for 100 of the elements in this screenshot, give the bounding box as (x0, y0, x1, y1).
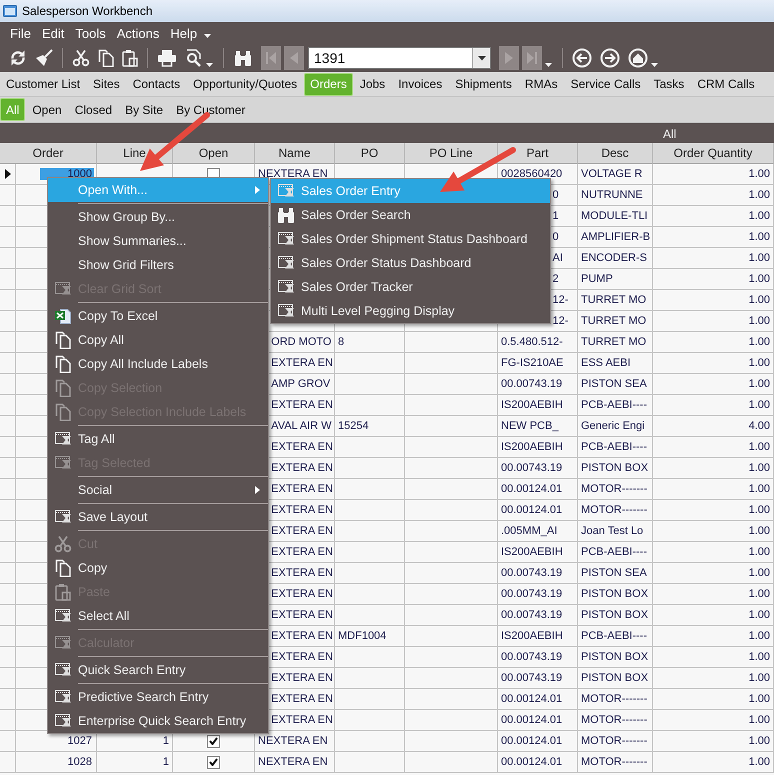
table-cell: PCB-AEBI---- (581, 399, 647, 411)
table-cell: 1.00 (748, 756, 770, 768)
toolbar-overflow-icon[interactable] (545, 62, 553, 68)
menu-item[interactable]: Sales Order Status Dashboard (271, 251, 550, 275)
tab[interactable]: CRM Calls (691, 72, 761, 96)
tab[interactable]: Shipments (449, 72, 518, 96)
menu-item[interactable]: Sales Order Search (271, 203, 550, 227)
filter-tab[interactable]: Open (26, 98, 68, 121)
menu-item[interactable]: Tools (75, 26, 106, 40)
table-cell: EXTERA EN (271, 546, 333, 558)
table-cell: IS200AEBIH (501, 546, 563, 558)
toolbar-overflow-icon[interactable] (206, 62, 214, 68)
menu-item[interactable]: Show Group By... (48, 205, 268, 229)
menu-item[interactable]: File (10, 26, 31, 40)
table-cell: NEXTERA EN (258, 735, 328, 747)
printer-icon[interactable] (157, 49, 177, 67)
table-cell: 1.00 (748, 357, 770, 369)
back-icon[interactable] (572, 48, 592, 68)
column-header[interactable]: Part (498, 143, 578, 164)
column-header[interactable]: Open (173, 143, 255, 164)
table-cell: 1.00 (748, 693, 770, 705)
table-cell: PISTON BOX (581, 651, 648, 663)
refresh-icon[interactable] (9, 49, 27, 67)
table-cell: AVAL AIR W (271, 420, 332, 432)
menu-item[interactable]: Actions (116, 26, 160, 40)
table-cell: FG-IS210AE (501, 357, 564, 369)
menu-item[interactable]: Select All (48, 604, 268, 628)
menu-item[interactable]: Show Summaries... (48, 229, 268, 253)
table-cell: VOLTAGE R (581, 168, 642, 180)
table-cell: 00.00743.19 (501, 588, 562, 600)
table-cell: 12- (552, 294, 568, 306)
table-cell: 1.00 (748, 525, 770, 537)
dropdown-icon[interactable] (478, 56, 486, 60)
menu-item[interactable]: Enterprise Quick Search Entry (48, 709, 268, 733)
table-row[interactable]: 1028 1 NEXTERA EN 00.00124.01 MOTOR------- 1.00 (0, 752, 774, 773)
table-cell: 1.00 (748, 609, 770, 621)
table-cell: 00.00124.01 (501, 714, 562, 726)
tab[interactable]: Opportunity/Quotes (187, 72, 304, 96)
table-cell: PISTON BOX (581, 462, 648, 474)
table-cell: MOTOR------- (581, 756, 648, 768)
home-icon[interactable] (628, 48, 648, 68)
window-icon (277, 303, 295, 319)
tab[interactable]: Jobs (354, 72, 392, 96)
toolbar-overflow-icon[interactable] (651, 62, 659, 68)
table-cell: ORD MOTO (271, 336, 332, 348)
filter-tab[interactable]: By Site (119, 98, 170, 121)
table-cell: 1.00 (748, 651, 770, 663)
checkbox[interactable] (207, 734, 220, 748)
table-cell: EXTERA EN (271, 672, 333, 684)
table-cell: 1.00 (748, 336, 770, 348)
column-header[interactable]: Desc (578, 143, 653, 164)
tab[interactable]: Tasks (648, 72, 690, 96)
scissors-icon[interactable] (72, 49, 90, 67)
broom-icon[interactable] (35, 49, 53, 67)
tab[interactable]: Contacts (126, 72, 186, 96)
table-cell: PUMP (581, 273, 613, 285)
menu-item[interactable]: Sales Order Shipment Status Dashboard (271, 227, 550, 251)
menu-item[interactable]: Edit (42, 26, 64, 40)
menu-item[interactable]: Help (170, 26, 198, 40)
menu-item[interactable]: Copy To Excel (48, 304, 268, 328)
table-cell: 00.00743.19 (501, 609, 562, 621)
submenu-arrow-icon (255, 486, 260, 494)
tab[interactable]: Service Calls (564, 72, 647, 96)
clipboard-icon (55, 583, 71, 601)
record-combo-box[interactable]: 1391 (308, 47, 491, 69)
copy-icon[interactable] (98, 49, 114, 67)
print-preview-icon[interactable] (185, 49, 203, 67)
table-cell: MODULE-TLI (581, 210, 648, 222)
column-header[interactable]: Order Quantity (653, 143, 774, 164)
menu-overflow-icon[interactable] (204, 33, 212, 39)
table-cell: NUTRUNNE (581, 189, 643, 201)
column-header[interactable]: PO (335, 143, 405, 164)
checkbox[interactable] (207, 756, 220, 768)
table-cell-text: 1027 (66, 735, 93, 747)
table-cell: 00.00743.19 (501, 567, 562, 579)
tab[interactable]: Sites (87, 72, 126, 96)
tab[interactable]: Invoices (392, 72, 448, 96)
table-cell: 1.00 (748, 441, 770, 453)
forward-icon[interactable] (600, 48, 620, 68)
filter-tab[interactable]: By Customer (170, 98, 252, 121)
column-header[interactable]: PO Line (405, 143, 498, 164)
menu-item[interactable]: Show Grid Filters (48, 253, 268, 277)
window-icon (54, 635, 72, 651)
menu-item[interactable]: Copy All Include Labels (48, 352, 268, 376)
paste-icon[interactable] (122, 49, 138, 67)
table-cell: EXTERA EN (271, 483, 333, 495)
table-cell: 00.00124.01 (501, 735, 562, 747)
menu-item[interactable]: Multi Level Pegging Display (271, 299, 550, 323)
table-cell: IS200AEBIH (501, 399, 563, 411)
menu-item[interactable]: Social (48, 478, 268, 502)
table-cell: 2 (552, 273, 559, 285)
column-header[interactable]: Order (0, 143, 97, 164)
column-header[interactable]: Name (255, 143, 335, 164)
menu-item[interactable]: Sales Order Tracker (271, 275, 550, 299)
tab[interactable]: RMAs (518, 72, 564, 96)
filter-tab[interactable]: Closed (68, 98, 118, 121)
binoculars-icon[interactable] (233, 49, 253, 67)
table-cell: 1.00 (748, 378, 770, 390)
table-cell: 1.00 (748, 630, 770, 642)
tab[interactable]: Customer List (0, 72, 86, 96)
